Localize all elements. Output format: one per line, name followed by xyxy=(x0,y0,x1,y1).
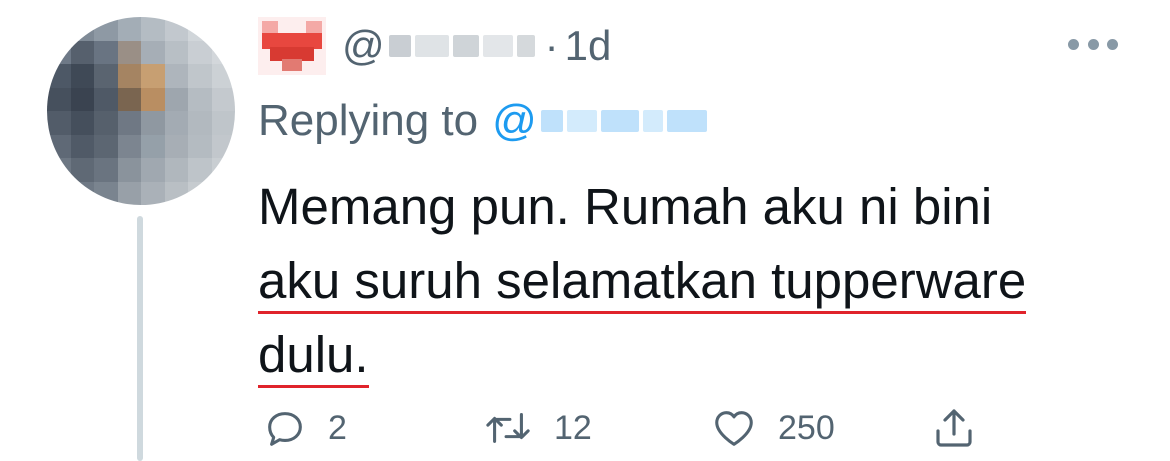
thread-line xyxy=(137,216,143,461)
tweet-text-line-3: dulu. xyxy=(258,326,369,388)
avatar[interactable] xyxy=(47,17,235,205)
more-dots-icon[interactable] xyxy=(1068,36,1118,52)
red-heart-icon xyxy=(258,17,326,75)
reply-mention-link[interactable]: @ xyxy=(492,96,711,146)
mention-prefix: @ xyxy=(492,96,537,145)
tweet: @ · 1d Replying to @ Memang pun. Rumah a… xyxy=(0,0,1170,461)
tweet-text: Memang pun. Rumah aku ni bini aku suruh … xyxy=(258,170,1118,392)
tweet-header: @ · 1d xyxy=(258,14,611,78)
like-button[interactable]: 250 xyxy=(710,400,835,456)
share-icon xyxy=(936,409,972,447)
reply-button[interactable]: 2 xyxy=(262,400,347,456)
share-button[interactable] xyxy=(930,400,978,456)
tweet-actions: 2 12 250 xyxy=(258,400,998,456)
reply-count: 2 xyxy=(328,408,347,447)
like-count: 250 xyxy=(778,408,835,447)
handle-prefix: @ xyxy=(342,22,385,69)
replying-to: Replying to @ xyxy=(258,92,711,150)
retweet-icon xyxy=(486,413,530,443)
separator-dot: · xyxy=(544,22,559,69)
tweet-text-line-3-wrap: dulu. xyxy=(258,318,1118,392)
heart-outline-icon xyxy=(715,411,753,446)
retweet-count: 12 xyxy=(554,408,592,447)
tweet-text-line-1: Memang pun. Rumah aku ni bini xyxy=(258,178,993,235)
censored-mention xyxy=(540,107,707,135)
censored-handle xyxy=(388,32,535,60)
tweet-text-line-2: aku suruh selamatkan tupperware xyxy=(258,252,1027,314)
tweet-timestamp[interactable]: 1d xyxy=(565,25,612,67)
replying-label: Replying to xyxy=(258,96,479,145)
reply-bubble-icon xyxy=(268,412,302,446)
author-handle[interactable]: @ · 1d xyxy=(342,25,611,67)
retweet-button[interactable]: 12 xyxy=(482,400,592,456)
tweet-text-line-2-wrap: aku suruh selamatkan tupperware xyxy=(258,244,1118,318)
